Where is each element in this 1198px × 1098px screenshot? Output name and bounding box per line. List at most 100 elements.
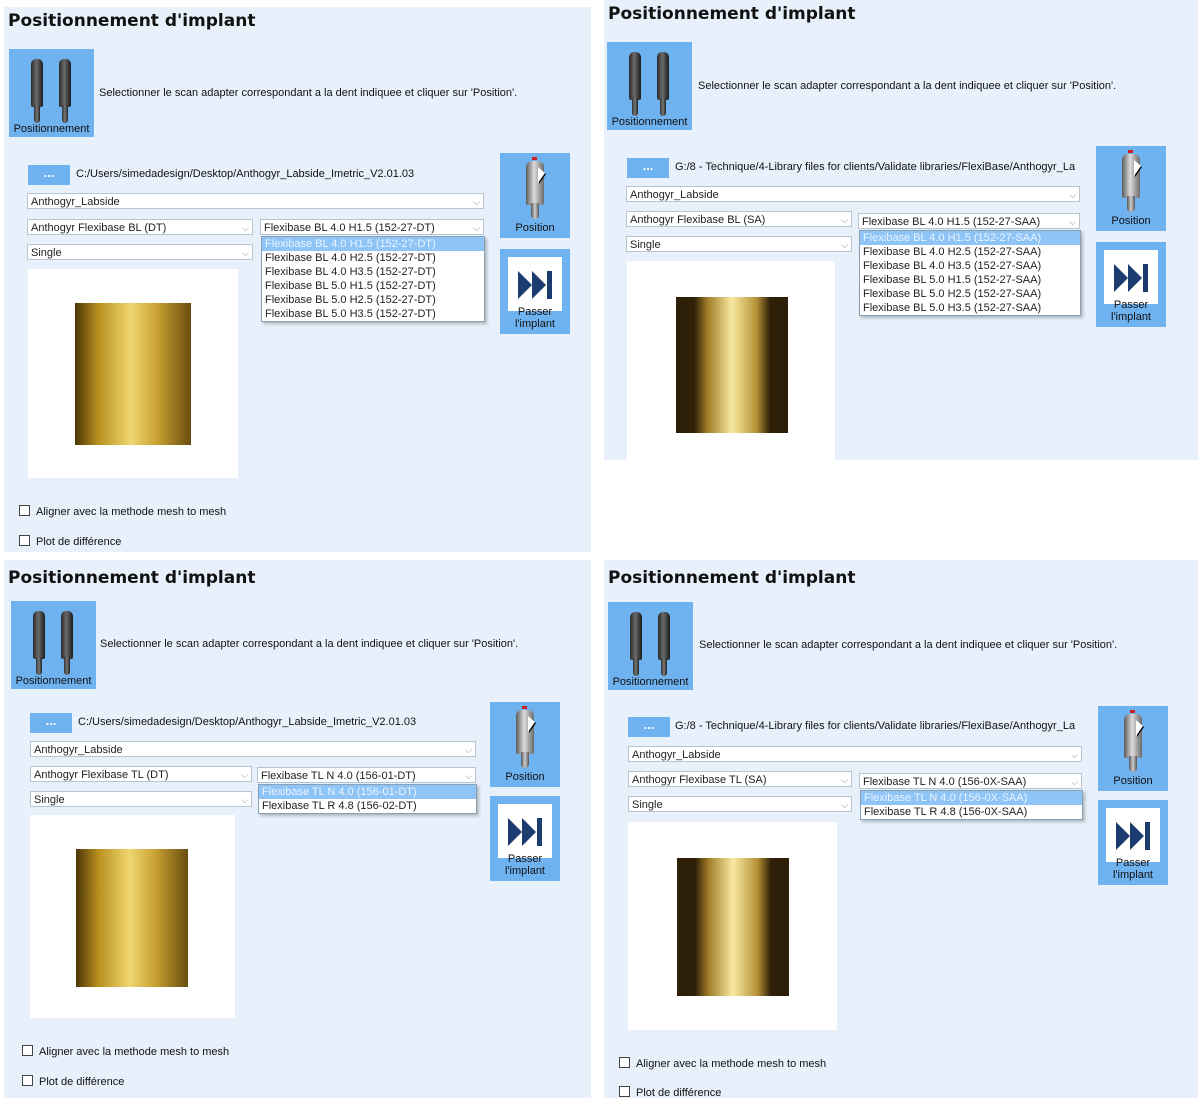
reference-dropdown-list: Flexibase TL N 4.0 (156-01-DT) Flexibase…: [258, 784, 477, 814]
type-combo-value: Single: [632, 799, 663, 811]
library-combo[interactable]: Anthogyr_Labside ⌵: [628, 746, 1082, 762]
dropdown-option[interactable]: Flexibase BL 5.0 H3.5 (152-27-DT): [262, 307, 484, 321]
dropdown-option[interactable]: Flexibase TL R 4.8 (156-0X-SAA): [861, 805, 1082, 819]
chevron-down-icon: ⌵: [473, 223, 480, 233]
dropdown-option[interactable]: Flexibase BL 5.0 H3.5 (152-27-SAA): [860, 301, 1080, 315]
implant-icon: [61, 611, 73, 675]
dropdown-option[interactable]: Flexibase BL 4.0 H1.5 (152-27-SAA): [860, 231, 1080, 245]
type-combo[interactable]: Single ⌵: [27, 244, 253, 260]
dropdown-option[interactable]: Flexibase TL N 4.0 (156-01-DT): [259, 785, 476, 799]
instruction-text: Selectionner le scan adapter corresponda…: [699, 639, 1118, 651]
type-combo[interactable]: Single ⌵: [628, 796, 852, 812]
dropdown-option[interactable]: Flexibase BL 4.0 H3.5 (152-27-SAA): [860, 259, 1080, 273]
red-marker: [1130, 710, 1135, 713]
cursor-icon: [1134, 160, 1141, 176]
red-marker: [522, 706, 527, 709]
type-combo[interactable]: Single ⌵: [30, 791, 252, 807]
panel-title: Positionnement d'implant: [608, 568, 856, 588]
reference-combo[interactable]: Flexibase TL N 4.0 (156-01-DT) ⌵: [257, 767, 476, 783]
difference-plot-checkbox[interactable]: Plot de différence: [22, 1075, 124, 1088]
reference-dropdown-list: Flexibase BL 4.0 H1.5 (152-27-SAA) Flexi…: [859, 230, 1081, 316]
position-button[interactable]: Position: [500, 153, 570, 238]
checkbox-box: [19, 505, 30, 516]
implant-icon: [630, 612, 642, 676]
chevron-down-icon: ⌵: [1069, 217, 1076, 227]
dropdown-option[interactable]: Flexibase TL R 4.8 (156-02-DT): [259, 799, 476, 813]
browse-button[interactable]: ...: [30, 713, 72, 733]
tool-label: Positionnement: [612, 676, 689, 688]
browse-button[interactable]: ...: [627, 158, 669, 178]
chevron-down-icon: ⌵: [241, 795, 248, 805]
mesh-to-mesh-checkbox[interactable]: Aligner avec la methode mesh to mesh: [19, 505, 226, 518]
dropdown-option[interactable]: Flexibase BL 5.0 H1.5 (152-27-SAA): [860, 273, 1080, 287]
library-combo[interactable]: Anthogyr_Labside ⌵: [27, 193, 484, 209]
type-combo[interactable]: Single ⌵: [626, 236, 852, 252]
dropdown-option[interactable]: Flexibase BL 5.0 H2.5 (152-27-SAA): [860, 287, 1080, 301]
family-combo[interactable]: Anthogyr Flexibase BL (SA) ⌵: [626, 211, 852, 227]
chevron-down-icon: ⌵: [465, 771, 472, 781]
implant-icon: [31, 59, 43, 123]
difference-plot-checkbox[interactable]: Plot de différence: [19, 535, 121, 548]
dropdown-option[interactable]: Flexibase TL N 4.0 (156-0X-SAA): [861, 791, 1082, 805]
skip-forward-icon: [498, 804, 552, 858]
family-combo[interactable]: Anthogyr Flexibase TL (SA) ⌵: [628, 771, 852, 787]
reference-combo[interactable]: Flexibase TL N 4.0 (156-0X-SAA) ⌵: [859, 773, 1082, 789]
chevron-down-icon: ⌵: [1071, 750, 1078, 760]
skip-label: Passer l'implant: [1110, 299, 1151, 323]
library-combo-value: Anthogyr_Labside: [632, 749, 721, 761]
reference-combo[interactable]: Flexibase BL 4.0 H1.5 (152-27-SAA) ⌵: [858, 213, 1080, 229]
positionnement-tool-button[interactable]: Positionnement: [608, 602, 693, 690]
dropdown-option[interactable]: Flexibase BL 5.0 H1.5 (152-27-DT): [262, 279, 484, 293]
type-combo-value: Single: [630, 239, 661, 251]
checkbox-label: Aligner avec la methode mesh to mesh: [39, 1046, 230, 1058]
positionnement-tool-button[interactable]: Positionnement: [9, 49, 94, 137]
checkbox-label: Aligner avec la methode mesh to mesh: [636, 1058, 827, 1070]
mesh-to-mesh-checkbox[interactable]: Aligner avec la methode mesh to mesh: [619, 1057, 826, 1070]
position-label: Position: [1111, 215, 1151, 227]
panel-title: Positionnement d'implant: [608, 4, 856, 24]
positionnement-tool-button[interactable]: Positionnement: [607, 42, 692, 130]
chevron-down-icon: ⌵: [1071, 777, 1078, 787]
dropdown-option[interactable]: Flexibase BL 5.0 H2.5 (152-27-DT): [262, 293, 484, 307]
difference-plot-checkbox[interactable]: Plot de différence: [619, 1086, 721, 1098]
chevron-down-icon: ⌵: [841, 800, 848, 810]
position-button[interactable]: Position: [1098, 706, 1168, 791]
library-path: G:/8 - Technique/4-Library files for cli…: [675, 161, 1076, 173]
reference-dropdown-list: Flexibase BL 4.0 H1.5 (152-27-DT) Flexib…: [261, 236, 485, 322]
position-button[interactable]: Position: [1096, 146, 1166, 231]
library-combo[interactable]: Anthogyr_Labside ⌵: [626, 186, 1080, 202]
reference-combo-value: Flexibase BL 4.0 H1.5 (152-27-DT): [264, 222, 435, 234]
implant-icon: [33, 611, 45, 675]
browse-button[interactable]: ...: [628, 717, 670, 737]
cursor-icon: [538, 167, 545, 183]
skip-implant-button[interactable]: Passer l'implant: [490, 796, 560, 881]
family-combo[interactable]: Anthogyr Flexibase BL (DT) ⌵: [27, 219, 253, 235]
mesh-to-mesh-checkbox[interactable]: Aligner avec la methode mesh to mesh: [22, 1045, 229, 1058]
reference-dropdown-list: Flexibase TL N 4.0 (156-0X-SAA) Flexibas…: [860, 790, 1083, 820]
chevron-down-icon: ⌵: [1069, 190, 1076, 200]
position-label: Position: [515, 222, 555, 234]
positionnement-tool-button[interactable]: Positionnement: [11, 601, 96, 689]
family-combo[interactable]: Anthogyr Flexibase TL (DT) ⌵: [30, 766, 252, 782]
position-button[interactable]: Position: [490, 702, 560, 787]
library-combo[interactable]: Anthogyr_Labside ⌵: [30, 741, 476, 757]
scan-adapter-render: [676, 297, 788, 433]
family-combo-value: Anthogyr Flexibase TL (SA): [632, 774, 767, 786]
scan-adapter-render: [75, 303, 191, 445]
checkbox-box: [19, 535, 30, 546]
implant-preview: [627, 261, 835, 460]
browse-button[interactable]: ...: [28, 165, 70, 185]
dropdown-option[interactable]: Flexibase BL 4.0 H2.5 (152-27-SAA): [860, 245, 1080, 259]
red-marker: [1128, 150, 1133, 153]
panel-title: Positionnement d'implant: [8, 568, 256, 588]
dropdown-option[interactable]: Flexibase BL 4.0 H1.5 (152-27-DT): [262, 237, 484, 251]
reference-combo[interactable]: Flexibase BL 4.0 H1.5 (152-27-DT) ⌵: [260, 219, 484, 235]
skip-implant-button[interactable]: Passer l'implant: [500, 249, 570, 334]
skip-implant-button[interactable]: Passer l'implant: [1098, 800, 1168, 885]
dropdown-option[interactable]: Flexibase BL 4.0 H2.5 (152-27-DT): [262, 251, 484, 265]
skip-forward-icon: [1106, 808, 1160, 862]
skip-implant-button[interactable]: Passer l'implant: [1096, 242, 1166, 327]
dropdown-option[interactable]: Flexibase BL 4.0 H3.5 (152-27-DT): [262, 265, 484, 279]
chevron-down-icon: ⌵: [473, 197, 480, 207]
implant-preview: [30, 815, 235, 1018]
